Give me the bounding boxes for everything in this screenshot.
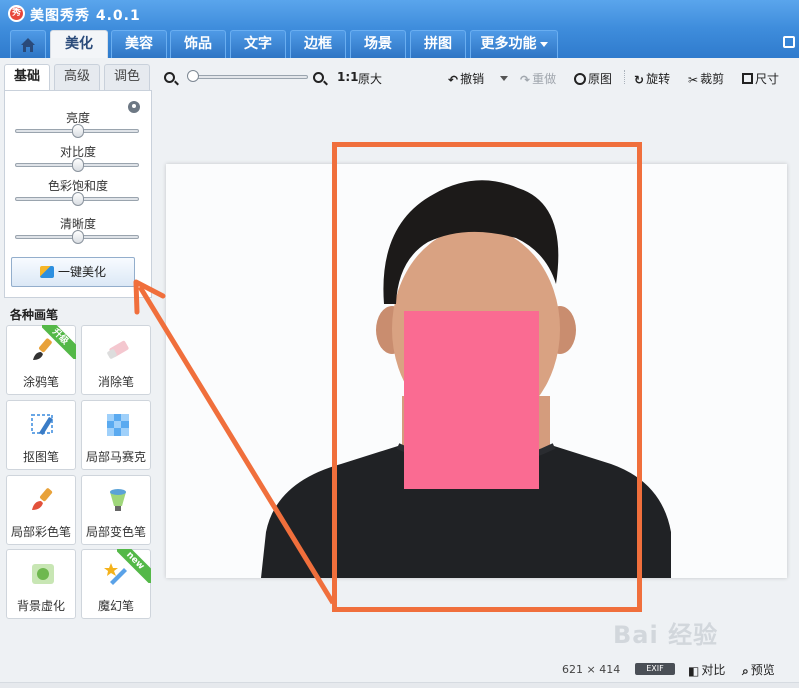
- one-key-label: 一键美化: [57, 265, 106, 279]
- tool-label: 抠图笔: [22, 450, 59, 464]
- baidu-watermark: Bai 经验: [613, 621, 719, 649]
- main-nav: 美化 美容 饰品 文字 边框 场景 拼图 更多功能: [0, 28, 799, 58]
- tab-more-features[interactable]: 更多功能: [470, 30, 558, 58]
- mosaic-icon: [107, 414, 129, 436]
- scissors-icon: ✂: [688, 73, 699, 87]
- canvas-area[interactable]: [160, 96, 799, 656]
- tool-magic-pen[interactable]: new 魔幻笔: [81, 549, 151, 619]
- tab-text[interactable]: 文字: [230, 30, 286, 58]
- compare-button[interactable]: ◧ 对比: [688, 661, 725, 678]
- zoom-slider[interactable]: [187, 70, 308, 82]
- redo-icon: ↷: [520, 73, 531, 87]
- tool-eraser-pen[interactable]: 消除笔: [81, 325, 151, 395]
- crop-button[interactable]: ✂ 裁剪: [688, 70, 724, 87]
- one-key-beautify-button[interactable]: 一键美化: [11, 257, 135, 287]
- tool-label: 局部彩色笔: [10, 525, 71, 539]
- dropdown-caret-icon: [539, 41, 548, 47]
- contrast-knob[interactable]: [72, 158, 84, 172]
- zoom-in-button[interactable]: [313, 70, 324, 84]
- original-icon: [574, 73, 586, 85]
- zoom-ratio[interactable]: 1:1: [337, 70, 359, 84]
- brightness-slider[interactable]: [15, 124, 139, 138]
- undo-button[interactable]: ↶ 撤销: [448, 70, 484, 87]
- tool-label: 消除笔: [97, 375, 134, 389]
- sharpness-knob[interactable]: [72, 230, 84, 244]
- compare-icon: ◧: [688, 664, 700, 678]
- tool-doodle-pen[interactable]: 升级 涂鸦笔: [6, 325, 76, 395]
- status-bar: 621 × 414 EXIF ◧ 对比 ⌕ 预览: [160, 656, 799, 682]
- tab-more-label: 更多功能: [480, 36, 537, 52]
- original-size-button[interactable]: 原大: [358, 70, 382, 87]
- tab-accessories[interactable]: 饰品: [170, 30, 226, 58]
- blur-icon: [32, 564, 54, 584]
- redo-button[interactable]: ↷ 重做: [520, 70, 556, 87]
- eraser-icon: [107, 340, 129, 359]
- tool-background-blur[interactable]: 背景虚化: [6, 549, 76, 619]
- zoom-in-icon: [313, 72, 324, 83]
- exif-button[interactable]: EXIF: [635, 663, 675, 675]
- rotate-button[interactable]: ↻ 旋转: [634, 70, 670, 87]
- subtab-advanced[interactable]: 高级: [54, 64, 100, 90]
- image-dimensions: 621 × 414: [562, 663, 621, 676]
- dropdown-caret-icon: [500, 76, 508, 81]
- upgrade-badge: 升级: [42, 325, 76, 359]
- resize-icon: [742, 73, 753, 84]
- tab-beauty[interactable]: 美容: [111, 30, 167, 58]
- left-panel: 基础 高级 调色 亮度 对比度 色彩饱和度 清晰度 一键美化 各种画笔 升级 涂…: [0, 58, 160, 688]
- image-toolbar: 1:1 原大 ↶ 撤销 ↷ 重做 原图 ↻ 旋转 ✂ 裁剪 尺寸: [160, 58, 799, 96]
- toolbar-divider: [624, 70, 625, 84]
- tool-label: 背景虚化: [16, 599, 65, 613]
- tool-label: 局部马赛克: [85, 450, 146, 464]
- brushes-title: 各种画笔: [10, 308, 59, 322]
- color-brush-icon: [32, 488, 53, 510]
- sharpness-slider[interactable]: [15, 230, 139, 244]
- adjust-subtabs: 基础 高级 调色: [4, 64, 152, 91]
- resize-button[interactable]: 尺寸: [742, 70, 779, 87]
- undo-icon: ↶: [448, 73, 459, 87]
- rotate-icon: ↻: [634, 73, 645, 87]
- window-bottom-edge: [0, 682, 799, 688]
- tool-local-recolor-pen[interactable]: 局部变色笔: [81, 475, 151, 545]
- annotation-rectangle: [332, 142, 642, 612]
- tool-local-color-pen[interactable]: 局部彩色笔: [6, 475, 76, 545]
- saturation-knob[interactable]: [72, 192, 84, 206]
- subtab-color[interactable]: 调色: [104, 64, 150, 90]
- contrast-slider[interactable]: [15, 158, 139, 172]
- tool-cutout-pen[interactable]: 抠图笔: [6, 400, 76, 470]
- magic-wand-icon: [39, 266, 54, 278]
- home-tab[interactable]: [10, 30, 46, 58]
- preview-button[interactable]: ⌕ 预览: [742, 661, 775, 679]
- tool-label: 魔幻笔: [97, 599, 134, 613]
- tool-label: 涂鸦笔: [22, 375, 59, 389]
- saturation-slider[interactable]: [15, 192, 139, 206]
- subtab-basic[interactable]: 基础: [4, 64, 50, 91]
- app-title: 美图秀秀 4.0.1: [30, 8, 141, 24]
- color-change-icon: [110, 489, 126, 511]
- tab-frame[interactable]: 边框: [290, 30, 346, 58]
- tool-local-mosaic[interactable]: 局部马赛克: [81, 400, 151, 470]
- preview-icon: ⌕: [742, 664, 749, 678]
- new-badge: new: [117, 549, 151, 583]
- original-image-button[interactable]: 原图: [574, 70, 612, 87]
- zoom-out-icon: [164, 72, 175, 83]
- zoom-out-button[interactable]: [164, 70, 175, 84]
- home-icon: [21, 38, 35, 52]
- app-logo-icon: 秀: [8, 5, 25, 22]
- zoom-knob[interactable]: [187, 70, 199, 82]
- tab-scene[interactable]: 场景: [350, 30, 406, 58]
- window-restore-icon[interactable]: [783, 36, 795, 48]
- undo-dropdown[interactable]: [500, 70, 508, 84]
- tool-label: 局部变色笔: [85, 525, 146, 539]
- cutout-pen-icon: [31, 414, 53, 435]
- tab-beautify[interactable]: 美化: [50, 30, 108, 58]
- brightness-knob[interactable]: [72, 124, 84, 138]
- title-bar: 秀 美图秀秀 4.0.1: [0, 0, 799, 28]
- tab-collage[interactable]: 拼图: [410, 30, 466, 58]
